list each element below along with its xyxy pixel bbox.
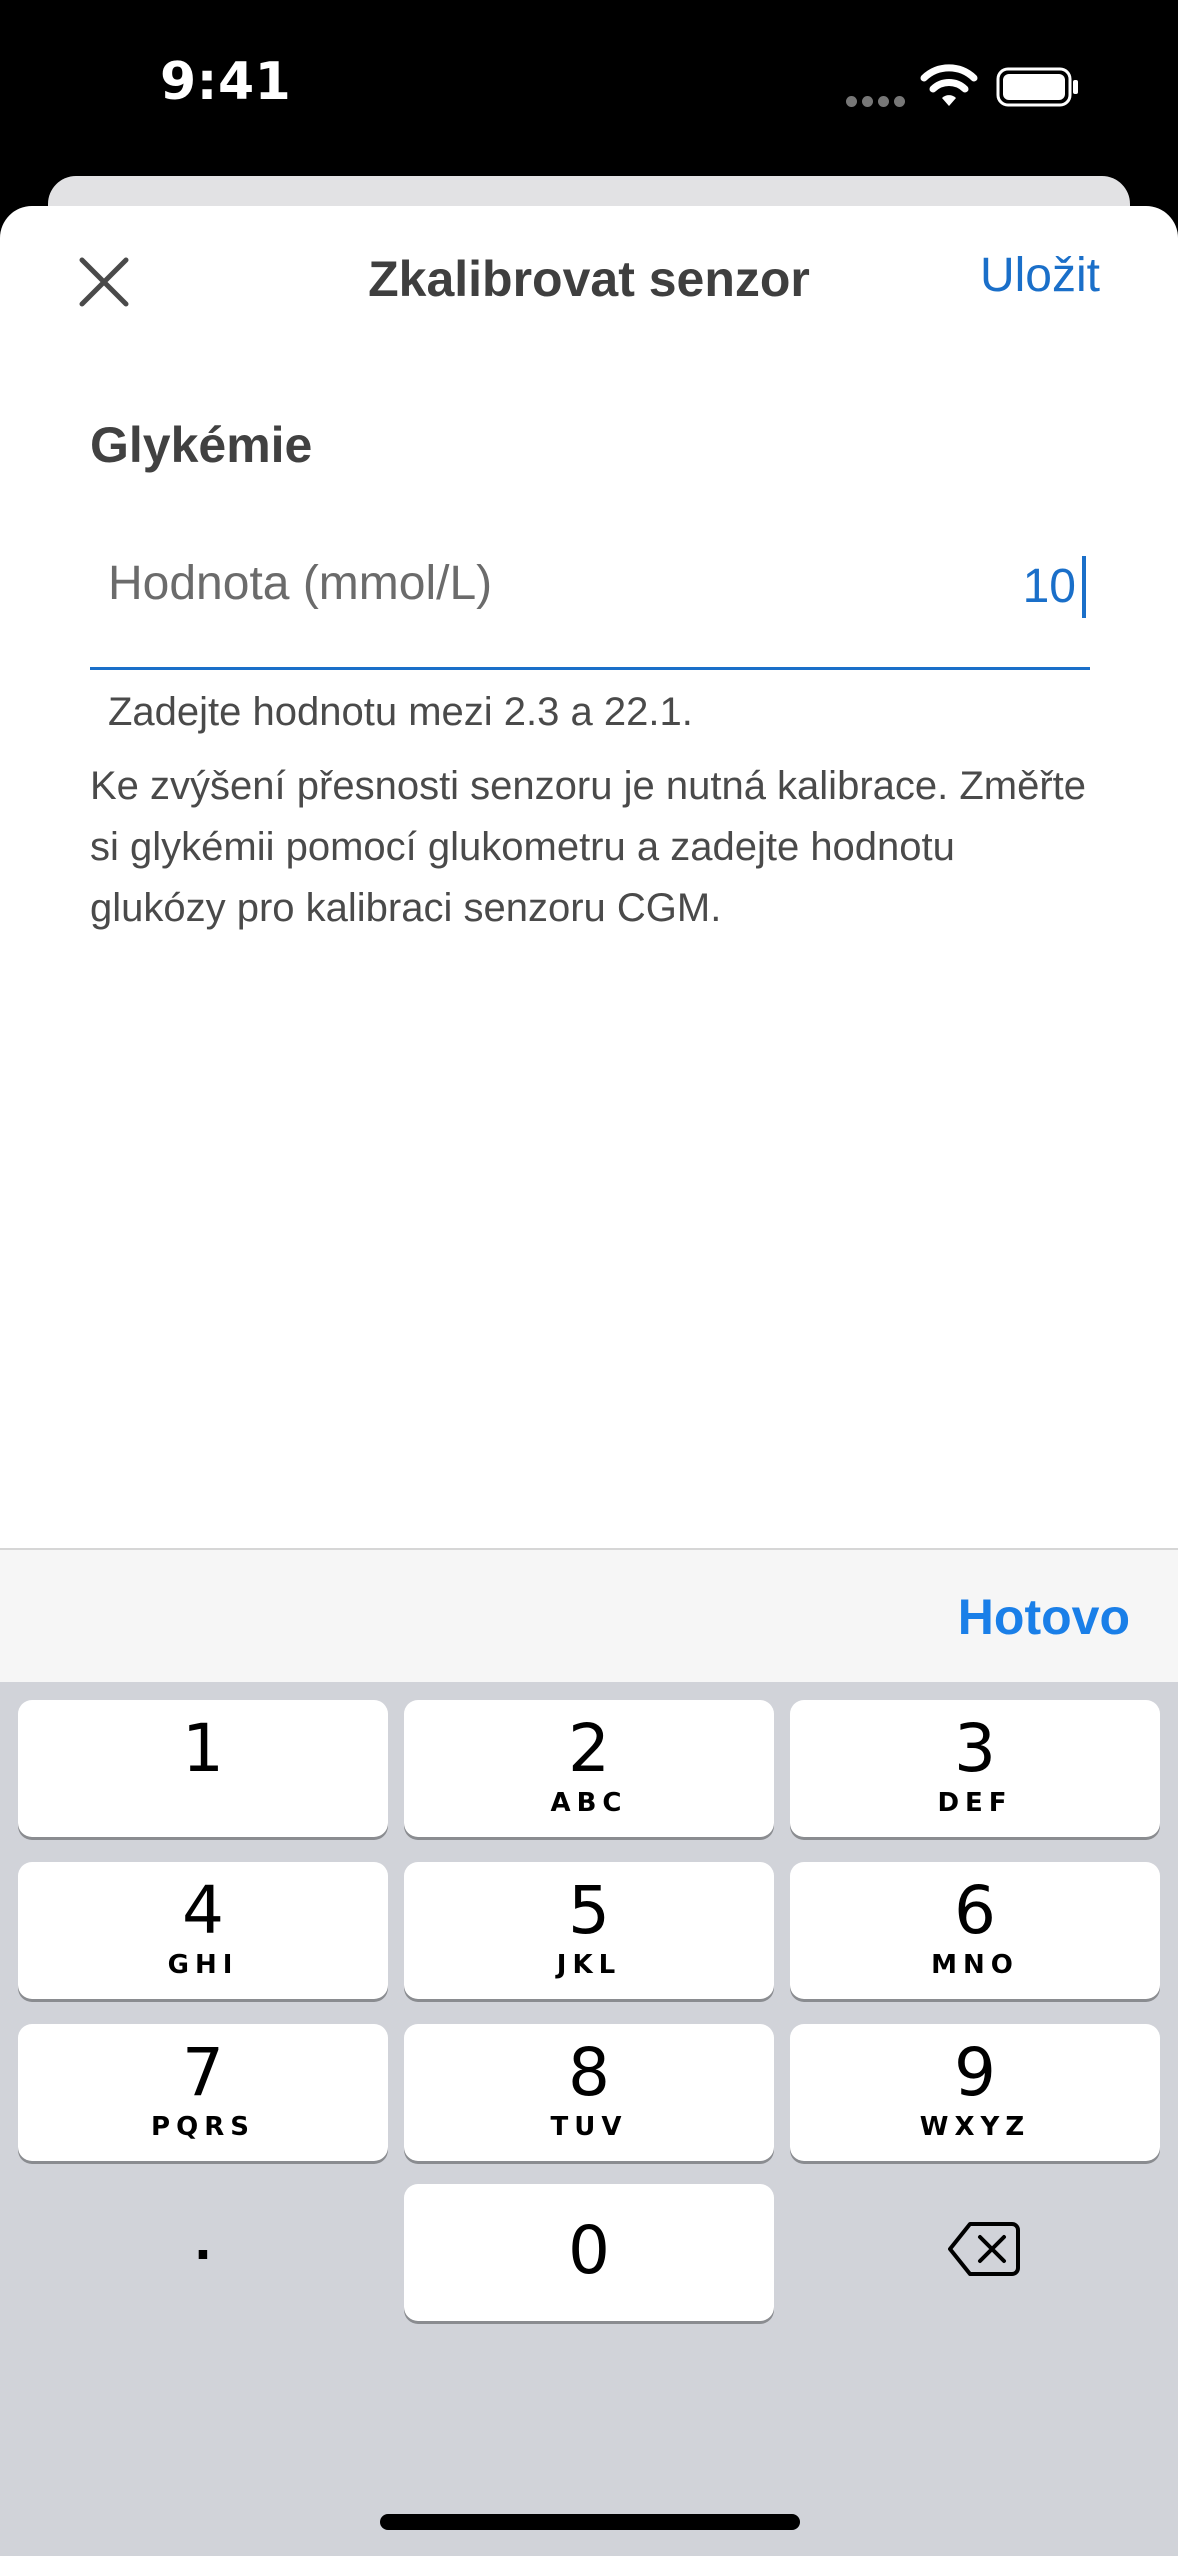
input-value[interactable]: 10 bbox=[1023, 556, 1086, 618]
key-digit: 8 bbox=[568, 2034, 610, 2111]
key-decimal[interactable]: . bbox=[18, 2184, 388, 2321]
description-text: Ke zvýšení přesnosti senzoru je nutná ka… bbox=[90, 764, 1087, 930]
key-8[interactable]: 8 TUV bbox=[404, 2024, 774, 2161]
key-digit: 0 bbox=[568, 2212, 610, 2289]
signal-icon bbox=[846, 96, 906, 108]
key-6[interactable]: 6 MNO bbox=[790, 1862, 1160, 1999]
key-letters: DEF bbox=[937, 1788, 1013, 1818]
key-letters: GHI bbox=[167, 1950, 239, 1980]
backspace-icon bbox=[948, 2222, 1020, 2276]
glucose-input-field[interactable]: Hodnota (mmol/L) 10 bbox=[90, 540, 1090, 670]
key-letters: JKL bbox=[556, 1950, 622, 1980]
key-letters: TUV bbox=[550, 2112, 628, 2142]
key-letters: WXYZ bbox=[919, 2112, 1031, 2142]
key-digit: 5 bbox=[568, 1872, 610, 1949]
key-digit: 9 bbox=[954, 2034, 996, 2111]
delete-key[interactable] bbox=[790, 2184, 1160, 2321]
key-1[interactable]: 1 bbox=[18, 1700, 388, 1837]
keyboard-toolbar: Hotovo bbox=[0, 1548, 1178, 1682]
status-time: 9:41 bbox=[160, 52, 292, 112]
section-label: Glykémie bbox=[90, 417, 313, 473]
key-0[interactable]: 0 bbox=[404, 2184, 774, 2321]
done-button[interactable]: Hotovo bbox=[958, 1588, 1130, 1646]
key-digit: 7 bbox=[182, 2034, 224, 2111]
key-digit: 2 bbox=[568, 1710, 610, 1787]
key-letters: PQRS bbox=[151, 2112, 255, 2142]
input-hint: Zadejte hodnotu mezi 2.3 a 22.1. bbox=[108, 690, 693, 734]
key-digit: 6 bbox=[954, 1872, 996, 1949]
input-label: Hodnota (mmol/L) bbox=[108, 557, 493, 610]
home-indicator bbox=[380, 2514, 800, 2530]
save-button[interactable]: Uložit bbox=[980, 248, 1100, 303]
key-2[interactable]: 2 ABC bbox=[404, 1700, 774, 1837]
key-4[interactable]: 4 GHI bbox=[18, 1862, 388, 1999]
key-9[interactable]: 9 WXYZ bbox=[790, 2024, 1160, 2161]
key-digit: 3 bbox=[954, 1710, 996, 1787]
key-7[interactable]: 7 PQRS bbox=[18, 2024, 388, 2161]
battery-icon bbox=[996, 67, 1078, 107]
key-5[interactable]: 5 JKL bbox=[404, 1862, 774, 1999]
key-letters: ABC bbox=[550, 1788, 628, 1818]
key-3[interactable]: 3 DEF bbox=[790, 1700, 1160, 1837]
key-decimal-label: . bbox=[194, 2205, 212, 2272]
status-bar: 9:41 bbox=[0, 0, 1178, 175]
key-digit: 1 bbox=[182, 1710, 224, 1787]
key-digit: 4 bbox=[182, 1872, 224, 1949]
key-letters: MNO bbox=[931, 1950, 1019, 1980]
wifi-icon bbox=[920, 64, 978, 106]
